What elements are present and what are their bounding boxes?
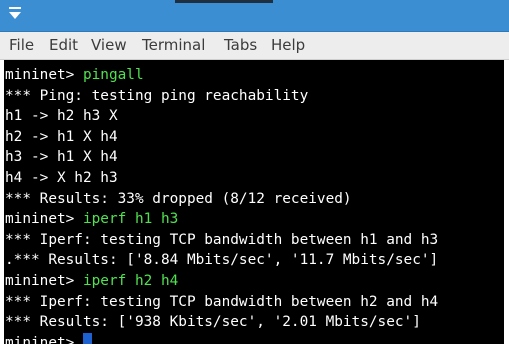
menu-edit[interactable]: Edit	[49, 37, 78, 54]
menu-tabs[interactable]: Tabs	[224, 37, 257, 54]
terminal-line: *** Iperf: testing TCP bandwidth between…	[5, 230, 438, 251]
output-text: *** Iperf: testing TCP bandwidth between…	[5, 231, 439, 248]
terminal-line: h2 -> h1 X h4	[5, 127, 438, 148]
terminal-line: *** Results: 33% dropped (8/12 received)	[5, 189, 438, 210]
terminal-line: h4 -> X h2 h3	[5, 168, 438, 189]
terminal-cursor	[82, 332, 92, 344]
output-text: .*** Results: ['8.84 Mbits/sec', '11.7 M…	[5, 252, 439, 269]
shell-command: iperf h1 h3	[82, 211, 179, 228]
shell-prompt: mininet>	[5, 67, 83, 83]
menu-bar: File Edit View Terminal Tabs Help	[0, 32, 509, 60]
terminal-line: *** Iperf: testing TCP bandwidth between…	[5, 292, 438, 313]
terminal-window: File Edit View Terminal Tabs Help minine…	[0, 0, 509, 346]
window-right-edge	[504, 60, 509, 346]
terminal-line: .*** Results: ['8.84 Mbits/sec', '11.7 M…	[5, 250, 438, 271]
menu-help[interactable]: Help	[271, 37, 305, 54]
terminal-lines: mininet> pingall *** Ping: testing ping r…	[5, 65, 438, 344]
title-bar[interactable]	[0, 0, 509, 32]
shell-command: iperf h2 h4	[82, 272, 179, 289]
terminal-line: mininet> iperf h1 h3	[5, 209, 438, 230]
titlebar-top-shadow	[175, 0, 273, 3]
shell-prompt: mininet>	[5, 272, 83, 289]
menu-view[interactable]: View	[91, 37, 127, 54]
terminal-line: h1 -> h2 h3 X	[5, 106, 438, 127]
output-text: *** Iperf: testing TCP bandwidth between…	[5, 293, 439, 310]
shell-prompt: mininet>	[5, 334, 83, 344]
shell-prompt: mininet>	[5, 211, 83, 228]
output-text: *** Ping: testing ping reachability	[5, 87, 309, 104]
menu-file[interactable]: File	[9, 37, 34, 54]
menu-terminal[interactable]: Terminal	[142, 37, 205, 54]
terminal-line: mininet> iperf h2 h4	[5, 271, 438, 292]
output-text: *** Results: ['938 Kbits/sec', '2.01 Mbi…	[5, 314, 421, 331]
window-menu-icon[interactable]	[8, 5, 22, 21]
output-text: h2 -> h1 X h4	[5, 128, 118, 145]
output-text: h3 -> h1 X h4	[5, 149, 118, 166]
terminal-line: mininet> pingall	[5, 65, 438, 86]
output-text: h1 -> h2 h3 X	[5, 108, 118, 125]
terminal-line: *** Ping: testing ping reachability	[5, 86, 438, 107]
terminal-line: *** Results: ['938 Kbits/sec', '2.01 Mbi…	[5, 312, 438, 333]
terminal-output[interactable]: mininet> pingall *** Ping: testing ping r…	[4, 60, 504, 344]
terminal-line: h3 -> h1 X h4	[5, 147, 438, 168]
terminal-line: mininet>	[5, 332, 438, 344]
output-text: *** Results: 33% dropped (8/12 received)	[5, 190, 352, 207]
shell-command: pingall	[82, 67, 144, 83]
output-text: h4 -> X h2 h3	[5, 169, 118, 186]
